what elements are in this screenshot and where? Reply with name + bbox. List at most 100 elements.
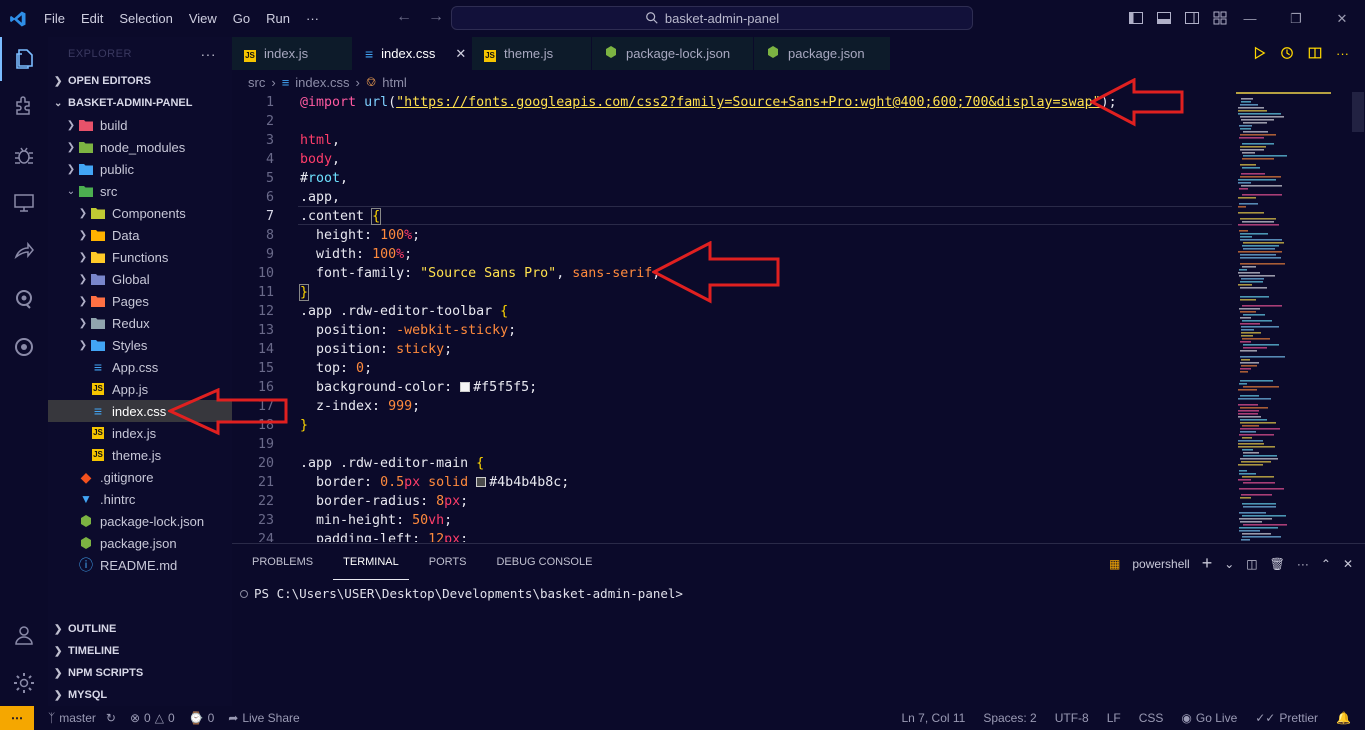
panel-tab[interactable]: PROBLEMS [242,544,323,580]
toggle-panel-icon[interactable] [1156,10,1172,26]
tree-item[interactable]: ❯ Data [48,224,232,246]
project-section[interactable]: ⌄ BASKET-ADMIN-PANEL [48,92,232,114]
panel-tab[interactable]: DEBUG CONSOLE [486,544,602,580]
gitlens-icon[interactable] [0,277,48,321]
problems-status[interactable]: ⊗ 0 △ 0 [130,711,175,725]
tab-label: package-lock.json [626,46,731,61]
more-actions-icon[interactable]: ··· [1336,46,1349,61]
breadcrumb-folder[interactable]: src [248,75,265,90]
live-share-status[interactable]: ➦ Live Share [228,711,299,725]
history-icon[interactable] [1280,46,1294,60]
chevron-down-icon[interactable]: ⌄ [1224,557,1234,571]
debug-icon[interactable] [0,133,48,177]
chevron-up-icon[interactable]: ⌃ [1321,557,1331,571]
panel-tab[interactable]: PORTS [419,544,477,580]
minimap[interactable] [1236,92,1331,542]
remote-icon[interactable]: ⋯ [0,706,34,730]
editor-tab[interactable]: ≡ index.css ✕ [353,37,472,70]
menu-selection[interactable]: Selection [111,0,180,37]
tree-item[interactable]: package.json [48,532,232,554]
tree-item[interactable]: ❯ build [48,114,232,136]
new-terminal-icon[interactable]: + [1202,553,1213,574]
mysql-section[interactable]: ❯ MYSQL [48,684,232,706]
tree-item[interactable]: package-lock.json [48,510,232,532]
timeline-section[interactable]: ❯ TIMELINE [48,640,232,662]
language-mode[interactable]: CSS [1139,711,1164,725]
ports-status[interactable]: ⌚ 0 [189,711,215,725]
menu-file[interactable]: File [36,0,73,37]
chevron-right-icon: ❯ [66,119,76,131]
menu-edit[interactable]: Edit [73,0,111,37]
tree-item[interactable]: ◆ .gitignore [48,466,232,488]
tree-item[interactable]: ❯ public [48,158,232,180]
menu-view[interactable]: View [181,0,225,37]
shell-name[interactable]: powershell [1132,557,1189,571]
customize-layout-icon[interactable] [1212,10,1228,26]
explorer-title: EXPLORER ··· [48,37,232,70]
live-share-icon[interactable] [0,229,48,273]
explorer-icon[interactable] [0,37,48,81]
vertical-scrollbar[interactable] [1352,92,1364,132]
encoding[interactable]: UTF-8 [1055,711,1089,725]
terminal-output[interactable]: PS C:\Users\USER\Desktop\Developments\ba… [240,586,683,601]
menu-go[interactable]: Go [225,0,258,37]
notifications-bell-icon[interactable]: 🔔 [1336,711,1351,725]
code-editor[interactable]: 1 @import url("https://fonts.googleapis.c… [232,92,1365,542]
restore-icon[interactable]: ❐ [1273,0,1319,37]
toggle-sidebar-icon[interactable] [1128,10,1144,26]
layout-controls [1128,10,1228,26]
extensions-icon[interactable] [0,83,48,127]
panel-tab[interactable]: TERMINAL [333,544,409,580]
minimize-icon[interactable]: — [1227,0,1273,37]
npm-scripts-section[interactable]: ❯ NPM SCRIPTS [48,662,232,684]
menu-run[interactable]: Run [258,0,298,37]
run-icon[interactable] [1252,46,1266,60]
split-terminal-icon[interactable]: ◫ [1246,557,1257,571]
more-actions-icon[interactable]: ··· [201,46,217,62]
folder-icon [90,337,106,353]
close-panel-icon[interactable]: ✕ [1343,557,1353,571]
tree-item[interactable]: ❯ node_modules [48,136,232,158]
close-tab-icon[interactable]: ✕ [455,46,466,62]
tree-item[interactable]: ⌄ src [48,180,232,202]
end-of-line[interactable]: LF [1107,711,1121,725]
back-arrow-icon[interactable]: ← [396,8,412,26]
tree-item[interactable]: ❯ Functions [48,246,232,268]
tree-item[interactable]: JS theme.js [48,444,232,466]
menu-more[interactable]: ··· [298,0,327,37]
tree-item[interactable]: ❯ Styles [48,334,232,356]
branch-status[interactable]: ᛉ master ↻ [48,711,116,725]
tree-item[interactable]: ❯ Pages [48,290,232,312]
tree-item[interactable]: ⓘ README.md [48,554,232,576]
forward-arrow-icon[interactable]: → [428,8,444,26]
breadcrumb-file[interactable]: index.css [295,75,349,90]
editor-tab[interactable]: JS index.js [232,37,353,70]
editor-tab[interactable]: package-lock.json [592,37,754,70]
split-editor-icon[interactable] [1308,46,1322,60]
prettier-status[interactable]: ✓✓ Prettier [1255,711,1318,725]
open-editors-section[interactable]: ❯ OPEN EDITORS [48,70,232,92]
accounts-icon[interactable] [0,613,48,657]
editor-tab[interactable]: JS theme.js [472,37,592,70]
timeline-icon[interactable] [0,325,48,369]
outline-section[interactable]: ❯ OUTLINE [48,618,232,640]
tree-item[interactable]: ❯ Redux [48,312,232,334]
breadcrumb-symbol[interactable]: html [382,75,407,90]
go-live-button[interactable]: ◉ Go Live [1181,711,1237,725]
cursor-position[interactable]: Ln 7, Col 11 [902,711,966,725]
trash-icon[interactable]: 🗑 [1270,557,1285,571]
command-center-search[interactable]: basket-admin-panel [451,6,973,30]
editor-tab[interactable]: package.json [754,37,891,70]
more-actions-icon[interactable]: ··· [1297,557,1309,571]
settings-gear-icon[interactable] [0,661,48,705]
tree-item[interactable]: ❯ Components [48,202,232,224]
tree-item[interactable]: ≡ App.css [48,356,232,378]
tree-item-label: src [100,183,118,199]
tree-item[interactable]: ❯ Global [48,268,232,290]
indentation[interactable]: Spaces: 2 [983,711,1036,725]
toggle-secondary-sidebar-icon[interactable] [1184,10,1200,26]
chevron-down-icon: ⌄ [66,185,76,197]
remote-explorer-icon[interactable] [0,181,48,225]
close-window-icon[interactable]: ✕ [1319,0,1365,37]
tree-item[interactable]: ▼ .hintrc [48,488,232,510]
